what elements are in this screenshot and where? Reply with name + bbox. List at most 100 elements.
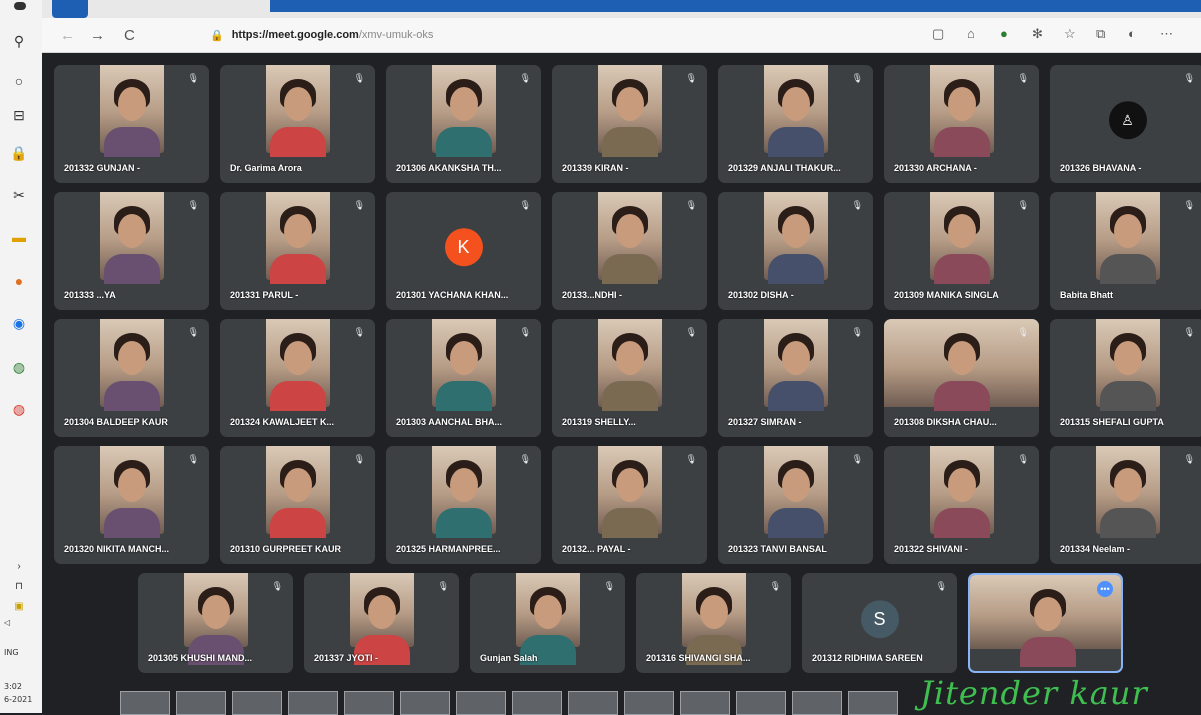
- participant-tile[interactable]: 🎙 Dr. Garima Arora: [220, 65, 375, 183]
- participant-name: 201326 BHAVANA -: [1060, 163, 1142, 173]
- volume-icon[interactable]: ◁: [4, 618, 10, 628]
- video-frame-detail: [283, 341, 312, 375]
- active-tab-bar[interactable]: [270, 0, 1201, 12]
- window-thumbnail[interactable]: [456, 691, 506, 715]
- participant-tile[interactable]: 🎙 201319 SHELLY...: [552, 319, 707, 437]
- clock-time[interactable]: 3:02: [4, 682, 22, 692]
- video-frame-detail: [781, 214, 810, 248]
- participant-tile[interactable]: 🎙 201305 KHUSHI MAND...: [138, 573, 293, 673]
- window-thumbnail[interactable]: [176, 691, 226, 715]
- profile-icon[interactable]: ◐: [1128, 26, 1136, 41]
- chevron-up-icon[interactable]: ›: [8, 555, 30, 577]
- video-frame-detail: [117, 214, 146, 248]
- window-thumbnail[interactable]: [288, 691, 338, 715]
- participant-tile[interactable]: 🎙 201329 ANJALI THAKUR...: [718, 65, 873, 183]
- participant-tile[interactable]: 🎙 201320 NIKITA MANCH...: [54, 446, 209, 564]
- window-thumbnail[interactable]: [848, 691, 898, 715]
- edge-icon[interactable]: ◉: [8, 312, 30, 334]
- participant-tile[interactable]: 🎙 201331 PARUL -: [220, 192, 375, 310]
- participant-tile[interactable]: 🎙 Babita Bhatt: [1050, 192, 1201, 310]
- back-button[interactable]: ←: [60, 27, 75, 44]
- chrome-icon[interactable]: ◍: [8, 356, 30, 378]
- app-icon[interactable]: ✂: [8, 184, 30, 206]
- participant-tile[interactable]: 🎙 201337 JYOTI -: [304, 573, 459, 673]
- more-icon[interactable]: ⋯: [1160, 26, 1173, 42]
- participant-video: [99, 446, 164, 538]
- video-frame-detail: [781, 341, 810, 375]
- store-icon[interactable]: 🔒: [8, 142, 30, 164]
- chrome-alt-icon[interactable]: ◍: [8, 398, 30, 420]
- menu-icon[interactable]: [14, 2, 26, 10]
- participant-name: 201320 NIKITA MANCH...: [64, 544, 170, 554]
- url-host: https://meet.google.com: [231, 29, 359, 41]
- participant-tile[interactable]: 🎙 201327 SIMRAN -: [718, 319, 873, 437]
- search-icon[interactable]: ⚲: [8, 30, 30, 52]
- participant-name: Dr. Garima Arora: [230, 163, 302, 173]
- participant-tile[interactable]: 🎙 201302 DISHA -: [718, 192, 873, 310]
- video-frame-detail: [1113, 468, 1142, 502]
- participant-tile[interactable]: 🎙 201323 TANVI BANSAL: [718, 446, 873, 564]
- window-thumbnail[interactable]: [400, 691, 450, 715]
- participant-tile[interactable]: 🎙 201332 GUNJAN -: [54, 65, 209, 183]
- participant-tile[interactable]: 🎙 201322 SHIVANI -: [884, 446, 1039, 564]
- window-thumbnail[interactable]: [680, 691, 730, 715]
- task-view-icon[interactable]: ⊟: [8, 104, 30, 126]
- collections-icon[interactable]: ⧉: [1096, 26, 1105, 42]
- folder-icon[interactable]: ▬: [8, 226, 30, 248]
- participant-video: [265, 319, 330, 411]
- participant-tile[interactable]: 🎙 201330 ARCHANA -: [884, 65, 1039, 183]
- participant-tile[interactable]: 🎙 201304 BALDEEP KAUR: [54, 319, 209, 437]
- participant-tile[interactable]: 🎙 201315 SHEFALI GUPTA: [1050, 319, 1201, 437]
- participant-tile[interactable]: 🎙 201310 GURPREET KAUR: [220, 446, 375, 564]
- participant-tile[interactable]: 🎙 201339 KIRAN -: [552, 65, 707, 183]
- participant-video: [515, 573, 580, 665]
- tray-icon[interactable]: ⊓: [8, 575, 30, 597]
- firefox-icon[interactable]: ●: [8, 270, 30, 292]
- participant-tile[interactable]: •••: [968, 573, 1123, 673]
- window-thumbnail[interactable]: [792, 691, 842, 715]
- participant-tile[interactable]: S 🎙 201312 RIDHIMA SAREEN: [802, 573, 957, 673]
- window-thumbnail[interactable]: [120, 691, 170, 715]
- participant-tile[interactable]: 🎙 201308 DIKSHA CHAU...: [884, 319, 1039, 437]
- participant-tile[interactable]: 🎙 201306 AKANKSHA TH...: [386, 65, 541, 183]
- language-label[interactable]: ING: [4, 648, 19, 658]
- participant-tile[interactable]: K 🎙 201301 YACHANA KHAN...: [386, 192, 541, 310]
- cortana-icon[interactable]: ○: [8, 70, 30, 92]
- window-thumbnail[interactable]: [624, 691, 674, 715]
- home-icon[interactable]: ⌂: [967, 26, 975, 41]
- window-thumbnail[interactable]: [568, 691, 618, 715]
- window-thumbnail[interactable]: [344, 691, 394, 715]
- forward-button[interactable]: →: [90, 27, 105, 44]
- participant-tile[interactable]: ♙ 🎙 201326 BHAVANA -: [1050, 65, 1201, 183]
- participant-name: 201302 DISHA -: [728, 290, 794, 300]
- participant-tile[interactable]: 🎙 Gunjan Salah: [470, 573, 625, 673]
- location-icon[interactable]: ●: [1000, 26, 1008, 41]
- address-bar[interactable]: 🔒 https://meet.google.com /xmv-umuk-oks: [202, 23, 962, 47]
- tray-app-icon[interactable]: ▣: [8, 595, 30, 617]
- participant-tile[interactable]: 🎙 201324 KAWALJEET K...: [220, 319, 375, 437]
- participant-tile[interactable]: 🎙 201333 ...YA: [54, 192, 209, 310]
- window-thumbnail[interactable]: [512, 691, 562, 715]
- participant-tile[interactable]: 🎙 201334 Neelam -: [1050, 446, 1201, 564]
- participant-name: 201301 YACHANA KHAN...: [396, 290, 509, 300]
- video-frame-detail: [933, 508, 990, 538]
- camera-icon[interactable]: ▢: [932, 26, 944, 42]
- refresh-button[interactable]: C: [124, 27, 135, 44]
- participant-tile[interactable]: 🎙 201309 MANIKA SINGLA: [884, 192, 1039, 310]
- participant-tile[interactable]: 🎙 20132... PAYAL -: [552, 446, 707, 564]
- participant-tile[interactable]: 🎙 201303 AANCHAL BHA...: [386, 319, 541, 437]
- mic-muted-icon: 🎙: [1183, 327, 1195, 337]
- clock-date[interactable]: 6-2021: [4, 695, 32, 705]
- window-thumbnail[interactable]: [736, 691, 786, 715]
- extensions-icon[interactable]: ✻: [1032, 26, 1043, 42]
- mic-muted-icon: 🎙: [187, 73, 199, 83]
- mic-muted-icon: 🎙: [851, 454, 863, 464]
- mic-muted-icon: 🎙: [187, 200, 199, 210]
- video-frame-detail: [1099, 381, 1156, 411]
- participant-tile[interactable]: 🎙 201325 HARMANPREE...: [386, 446, 541, 564]
- favorites-icon[interactable]: ☆: [1064, 26, 1076, 42]
- participant-tile[interactable]: 🎙 20133...NDHI -: [552, 192, 707, 310]
- browser-tab[interactable]: [52, 0, 88, 18]
- participant-tile[interactable]: 🎙 201316 SHIVANGI SHA...: [636, 573, 791, 673]
- window-thumbnail[interactable]: [232, 691, 282, 715]
